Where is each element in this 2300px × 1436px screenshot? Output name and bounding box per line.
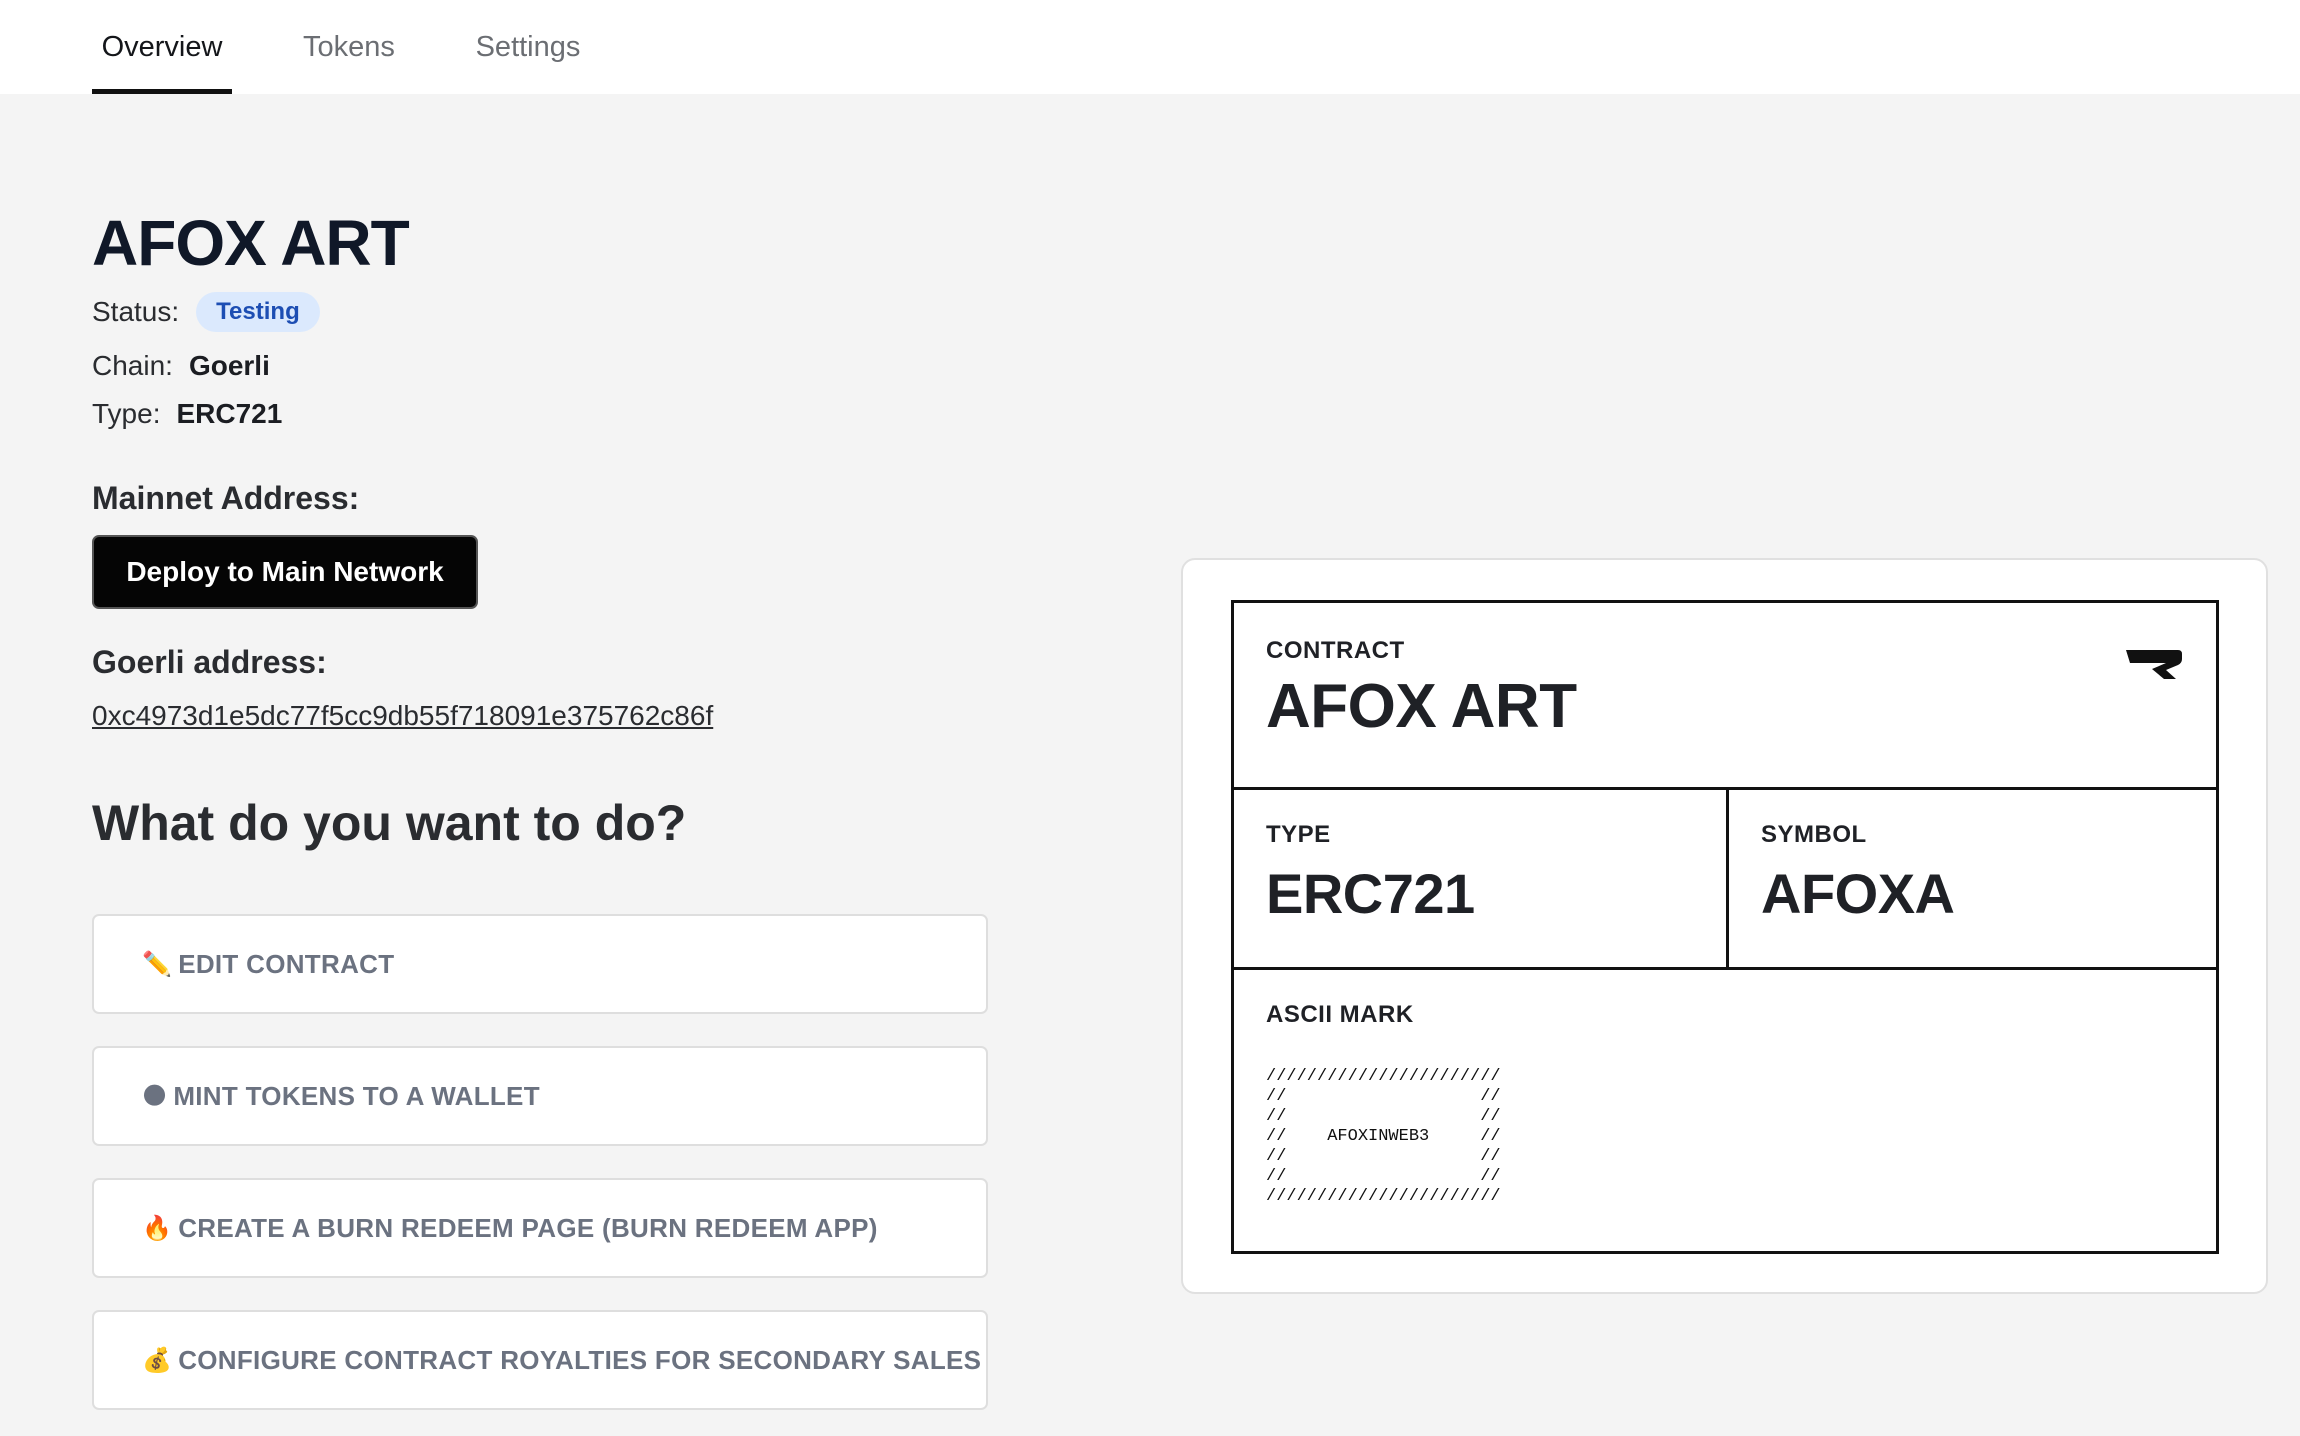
card-divider xyxy=(1234,787,2216,790)
card-divider xyxy=(1234,967,2216,970)
contract-card-panel: CONTRACT AFOX ART TYPE ERC721 SYMBOL AFO… xyxy=(1181,558,2268,1294)
tab-tokens[interactable]: Tokens xyxy=(296,0,402,94)
edit-contract-button[interactable]: ✏️ EDIT CONTRACT xyxy=(92,914,988,1014)
mainnet-address-label: Mainnet Address: xyxy=(92,480,360,516)
card-type-label: TYPE xyxy=(1266,821,1331,848)
chain-row: Chain: Goerli xyxy=(92,350,270,382)
symbol-cell: SYMBOL AFOXA xyxy=(1729,821,1955,926)
type-row: Type: ERC721 xyxy=(92,398,282,430)
contract-label: CONTRACT xyxy=(1266,637,1405,664)
money-bag-icon: 💰 xyxy=(142,1346,173,1374)
tab-overview[interactable]: Overview xyxy=(92,0,232,94)
action-label: CREATE A BURN REDEEM PAGE (BURN REDEEM A… xyxy=(178,1212,878,1243)
burn-redeem-button[interactable]: 🔥 CREATE A BURN REDEEM PAGE (BURN REDEEM… xyxy=(92,1178,988,1278)
mint-tokens-button[interactable]: 🌑 MINT TOKENS TO A WALLET xyxy=(92,1046,988,1146)
moon-icon: 🌑 xyxy=(142,1082,168,1110)
status-row: Status: Testing xyxy=(92,292,320,332)
ascii-cell: ASCII MARK /////////////////////// // //… xyxy=(1234,1001,1501,1207)
pencil-icon: ✏️ xyxy=(142,950,173,978)
top-nav: Overview Tokens Settings xyxy=(0,0,2300,94)
card-type-value: ERC721 xyxy=(1266,862,1475,925)
configure-royalties-button[interactable]: 💰 CONFIGURE CONTRACT ROYALTIES FOR SECON… xyxy=(92,1310,988,1410)
status-label: Status: xyxy=(92,296,180,327)
ascii-mark: /////////////////////// // // // // // A… xyxy=(1266,1067,1501,1206)
contract-cell: CONTRACT AFOX ART xyxy=(1234,637,1577,742)
deploy-main-network-button[interactable]: Deploy to Main Network xyxy=(92,535,478,609)
manifold-logo-icon xyxy=(2126,647,2182,686)
chain-value: Goerli xyxy=(188,350,270,381)
goerli-address-link[interactable]: 0xc4973d1e5dc77f5cc9db55f718091e375762c8… xyxy=(92,700,713,732)
type-label: Type: xyxy=(92,398,161,429)
type-value: ERC721 xyxy=(176,398,283,429)
ascii-mark-label: ASCII MARK xyxy=(1266,1001,1414,1028)
card-symbol-value: AFOXA xyxy=(1761,862,1955,925)
card-symbol-label: SYMBOL xyxy=(1761,821,1867,848)
action-label: EDIT CONTRACT xyxy=(178,948,395,979)
contract-card: CONTRACT AFOX ART TYPE ERC721 SYMBOL AFO… xyxy=(1231,600,2219,1254)
page-title: AFOX ART xyxy=(92,207,410,279)
contract-name: AFOX ART xyxy=(1266,672,1577,741)
tab-settings[interactable]: Settings xyxy=(465,0,591,94)
status-badge: Testing xyxy=(196,292,320,332)
type-cell: TYPE ERC721 xyxy=(1234,821,1475,926)
chain-label: Chain: xyxy=(92,350,173,381)
goerli-address-label: Goerli address: xyxy=(92,644,327,680)
actions-heading: What do you want to do? xyxy=(92,795,687,851)
action-label: MINT TOKENS TO A WALLET xyxy=(173,1080,540,1111)
action-label: CONFIGURE CONTRACT ROYALTIES FOR SECONDA… xyxy=(178,1344,982,1375)
fire-icon: 🔥 xyxy=(142,1214,173,1242)
